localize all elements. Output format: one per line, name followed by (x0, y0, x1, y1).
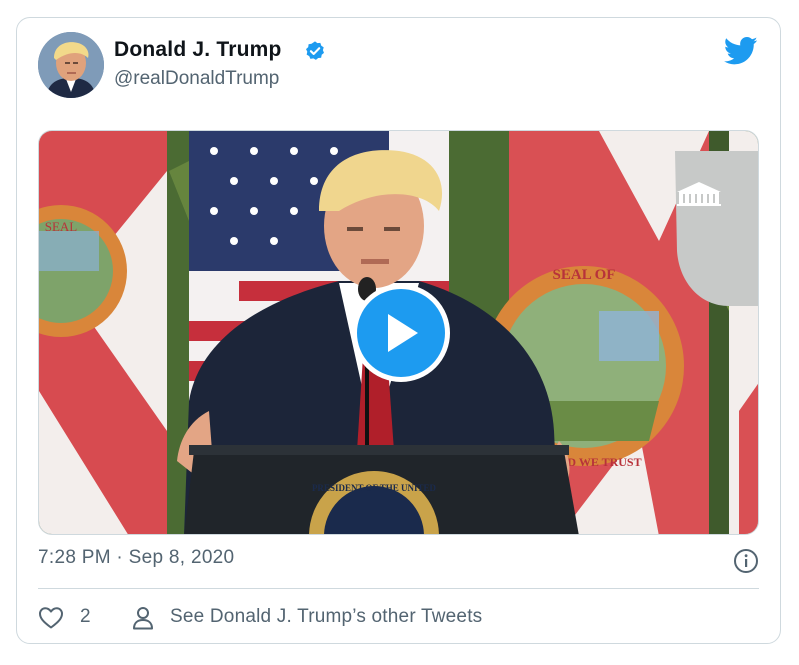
author-handle[interactable]: @realDonaldTrump (114, 68, 279, 90)
tweet-timestamp[interactable]: 7:28 PM · Sep 8, 2020 (38, 547, 234, 569)
video-player[interactable]: SEAL SEAL OF IN GOD WE TRUST PRESIDENT O… (38, 130, 759, 535)
see-other-tweets-link[interactable]: See Donald J. Trump’s other Tweets (170, 606, 482, 628)
podium-seal-text: PRESIDENT OF THE UNITED (312, 483, 437, 493)
seal-text-left: SEAL (45, 219, 78, 234)
white-house-logo-icon (677, 182, 721, 206)
info-icon[interactable] (733, 548, 759, 574)
author-name[interactable]: Donald J. Trump (114, 38, 282, 62)
heart-icon[interactable] (38, 606, 64, 630)
play-icon (388, 314, 418, 352)
play-button[interactable] (352, 284, 450, 382)
twitter-bird-icon[interactable] (724, 36, 758, 66)
tweet-actions: 2 See Donald J. Trump’s other Tweets (38, 603, 759, 633)
person-icon (133, 607, 153, 630)
divider (38, 588, 759, 589)
seal-text-right-top: SEAL OF (553, 267, 616, 283)
verified-badge-icon (306, 41, 324, 60)
avatar-portrait (38, 32, 104, 98)
like-count: 2 (80, 606, 91, 627)
author-avatar[interactable] (38, 32, 104, 98)
tweet-card[interactable]: Donald J. Trump @realDonaldTrump SEAL SE… (16, 17, 781, 644)
